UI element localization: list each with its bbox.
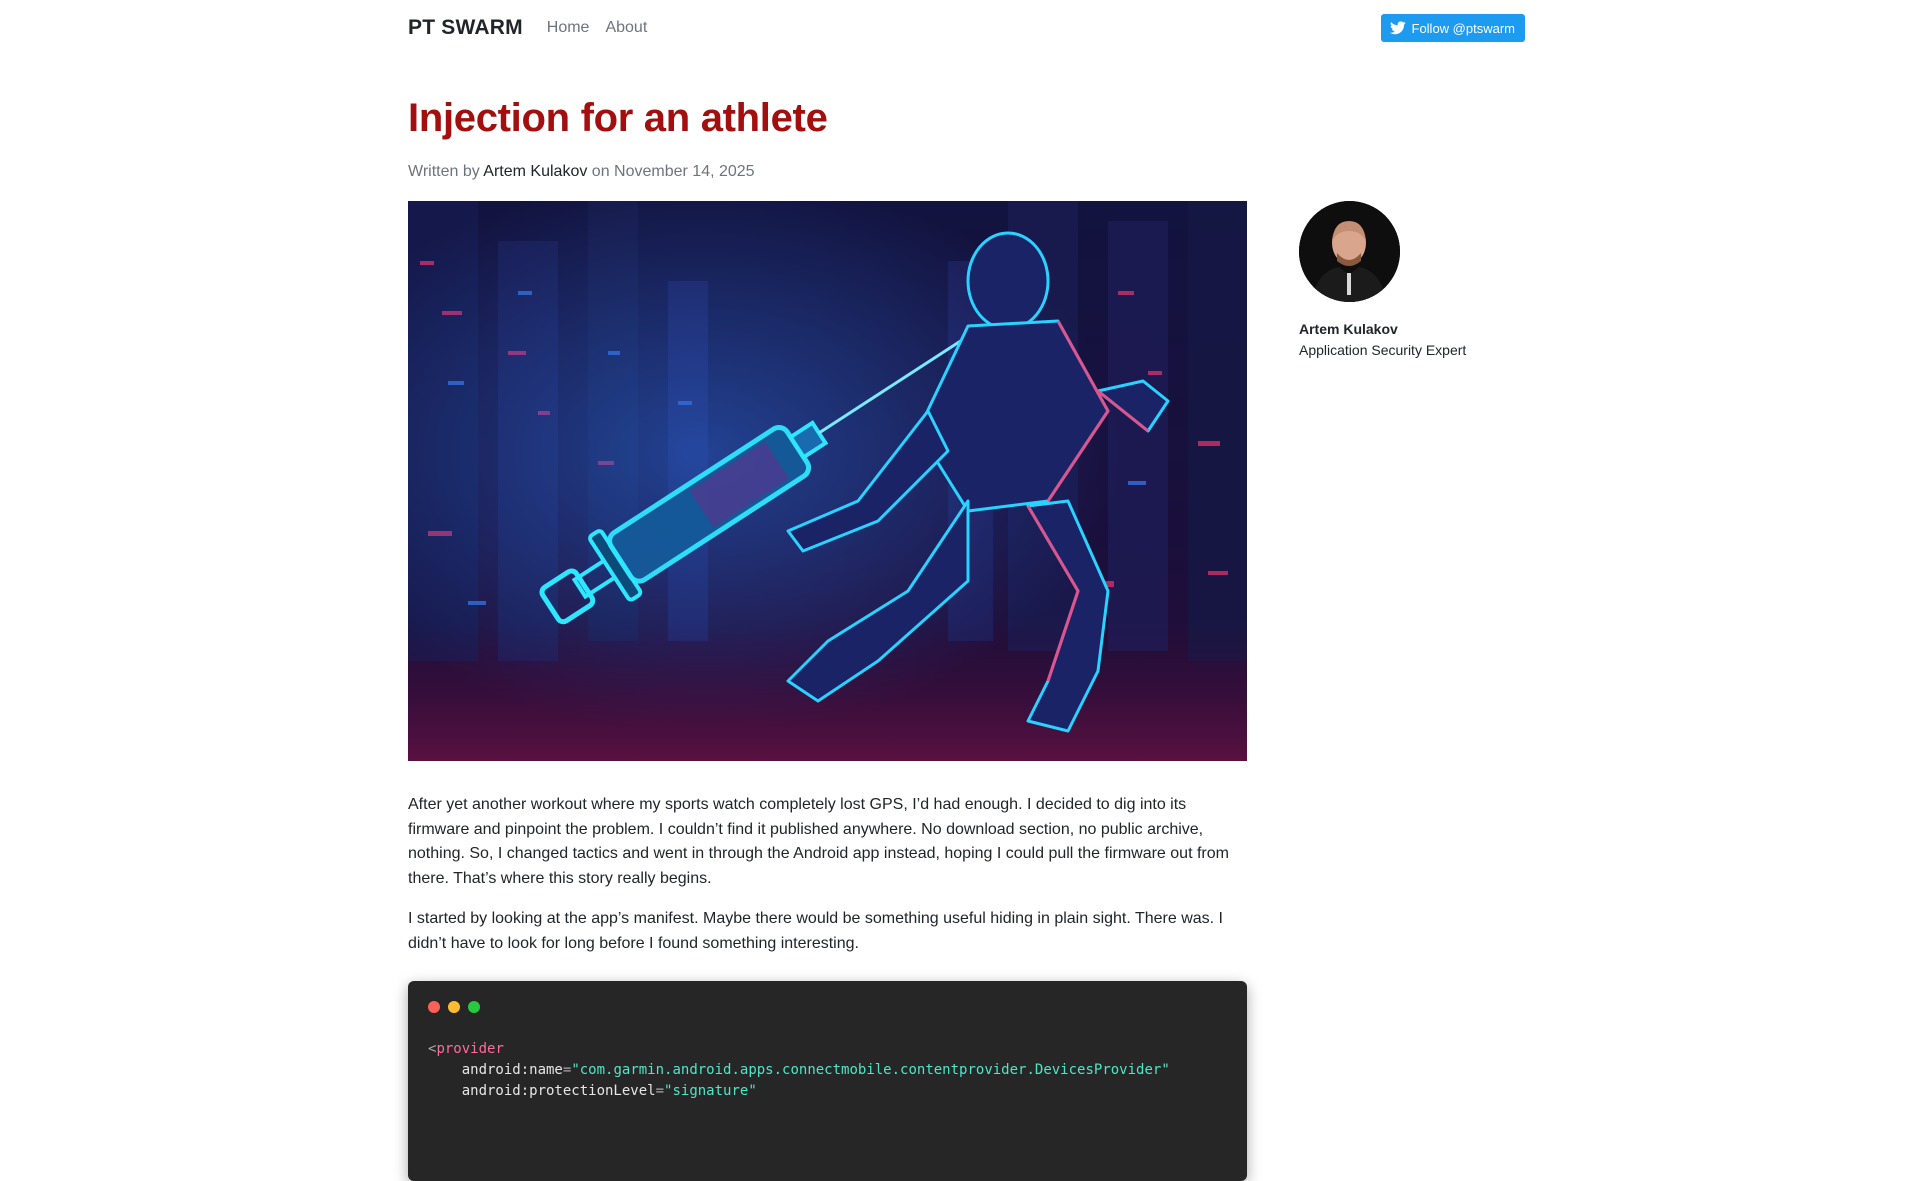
code-attr-name: android:name [461,1062,563,1078]
byline-date-prefix: on [591,163,610,180]
site-brand[interactable]: PT SWARM [408,16,523,40]
byline-author-link[interactable]: Artem Kulakov [483,163,587,180]
follow-label: Follow @ptswarm [1411,20,1516,36]
code-val-protection: "signature" [664,1083,757,1099]
nav-home-link[interactable]: Home [547,19,590,37]
author-sidebar: Artem Kulakov Application Security Exper… [1299,201,1519,358]
author-avatar[interactable] [1299,201,1400,302]
window-controls [428,1001,1227,1013]
top-navbar: PT SWARM Home About Follow @ptswarm [408,0,1525,56]
code-tag: provider [436,1041,504,1057]
hero-image [408,201,1247,761]
sidebar-author-role: Application Security Expert [1299,342,1467,358]
code-equals: = [655,1083,665,1099]
page-container: PT SWARM Home About Follow @ptswarm Inje… [408,0,1525,1181]
green-dot-icon [468,1001,480,1013]
code-attr-protection: android:protectionLevel [461,1083,656,1099]
yellow-dot-icon [448,1001,460,1013]
paragraph-2: I started by looking at the app’s manife… [408,910,1223,952]
red-dot-icon [428,1001,440,1013]
nav-about-link[interactable]: About [605,19,647,37]
hero-illustration [408,201,1247,761]
post-title: Injection for an athlete [408,96,828,140]
article-body: After yet another workout where my sport… [408,201,1247,1181]
nav-links: Home About [547,19,648,37]
code-val-name: "com.garmin.android.apps.connectmobile.c… [571,1062,1170,1078]
twitter-follow-button[interactable]: Follow @ptswarm [1380,14,1525,42]
byline-prefix: Written by [408,163,480,180]
twitter-bird-icon [1389,21,1406,35]
code-content: <provider android:name="com.garmin.andro… [428,1039,1227,1102]
code-block: <provider android:name="com.garmin.andro… [408,981,1247,1181]
avatar-image [1299,201,1400,302]
sidebar-author-name[interactable]: Artem Kulakov [1299,321,1519,337]
post-byline: Written by Artem Kulakov on November 14,… [408,163,755,181]
byline-date: November 14, 2025 [614,163,755,180]
paragraph-1: After yet another workout where my sport… [408,796,1229,887]
